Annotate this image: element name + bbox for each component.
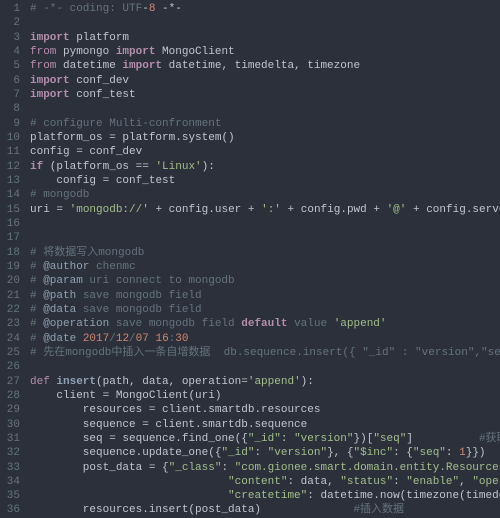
line-number: 17: [0, 231, 20, 245]
line-number: 23: [0, 317, 20, 331]
code-line[interactable]: config = conf_test: [30, 174, 500, 188]
line-number: 12: [0, 160, 20, 174]
code-line[interactable]: # @author chenmc: [30, 260, 500, 274]
code-line[interactable]: # -*- coding: UTF-8 -*-: [30, 2, 500, 16]
code-line[interactable]: [30, 102, 500, 116]
line-number-gutter: 1234567891011121314151617181920212223242…: [0, 0, 26, 516]
code-line[interactable]: from datetime import datetime, timedelta…: [30, 59, 500, 73]
code-line[interactable]: resources.insert(post_data) #插入数据: [30, 503, 500, 516]
code-line[interactable]: import conf_dev: [30, 74, 500, 88]
code-line[interactable]: # mongodb: [30, 188, 500, 202]
line-number: 20: [0, 274, 20, 288]
code-line[interactable]: uri = 'mongodb://' + config.user + ':' +…: [30, 203, 500, 217]
line-number: 24: [0, 332, 20, 346]
code-line[interactable]: sequence = client.smartdb.sequence: [30, 418, 500, 432]
code-line[interactable]: [30, 217, 500, 231]
line-number: 32: [0, 446, 20, 460]
code-line[interactable]: # configure Multi-confronment: [30, 117, 500, 131]
line-number: 26: [0, 360, 20, 374]
code-line[interactable]: import conf_test: [30, 88, 500, 102]
code-editor[interactable]: 1234567891011121314151617181920212223242…: [0, 0, 500, 516]
line-number: 6: [0, 74, 20, 88]
line-number: 30: [0, 418, 20, 432]
code-line[interactable]: resources = client.smartdb.resources: [30, 403, 500, 417]
code-line[interactable]: client = MongoClient(uri): [30, 389, 500, 403]
line-number: 10: [0, 131, 20, 145]
code-line[interactable]: # 将数据写入mongodb: [30, 246, 500, 260]
line-number: 29: [0, 403, 20, 417]
code-line[interactable]: post_data = {"_class": "com.gionee.smart…: [30, 461, 500, 475]
line-number: 9: [0, 117, 20, 131]
code-line[interactable]: [30, 360, 500, 374]
line-number: 18: [0, 246, 20, 260]
line-number: 31: [0, 432, 20, 446]
line-number: 16: [0, 217, 20, 231]
line-number: 5: [0, 59, 20, 73]
line-number: 21: [0, 289, 20, 303]
line-number: 7: [0, 88, 20, 102]
code-line[interactable]: if (platform_os == 'Linux'):: [30, 160, 500, 174]
code-line[interactable]: config = conf_dev: [30, 145, 500, 159]
line-number: 25: [0, 346, 20, 360]
code-line[interactable]: [30, 231, 500, 245]
line-number: 34: [0, 475, 20, 489]
code-line[interactable]: # @param uri connect to mongodb: [30, 274, 500, 288]
line-number: 22: [0, 303, 20, 317]
line-number: 35: [0, 489, 20, 503]
code-line[interactable]: sequence.update_one({"_id": "version"}, …: [30, 446, 500, 460]
line-number: 33: [0, 461, 20, 475]
code-line[interactable]: from pymongo import MongoClient: [30, 45, 500, 59]
code-line[interactable]: import platform: [30, 31, 500, 45]
line-number: 27: [0, 375, 20, 389]
line-number: 1: [0, 2, 20, 16]
line-number: 11: [0, 145, 20, 159]
line-number: 14: [0, 188, 20, 202]
code-area[interactable]: # -*- coding: UTF-8 -*- import platformf…: [26, 0, 500, 516]
code-line[interactable]: # @operation save mongodb field default …: [30, 317, 500, 331]
code-line[interactable]: "content": data, "status": "enable", "op…: [30, 475, 500, 489]
code-line[interactable]: seq = sequence.find_one({"_id": "version…: [30, 432, 500, 446]
line-number: 28: [0, 389, 20, 403]
line-number: 4: [0, 45, 20, 59]
code-line[interactable]: # 先在mongodb中插入一条自增数据 db.sequence.insert(…: [30, 346, 500, 360]
code-line[interactable]: platform_os = platform.system(): [30, 131, 500, 145]
line-number: 13: [0, 174, 20, 188]
line-number: 19: [0, 260, 20, 274]
line-number: 2: [0, 16, 20, 30]
code-line[interactable]: "createtime": datetime.now(timezone(time…: [30, 489, 500, 503]
code-line[interactable]: def insert(path, data, operation='append…: [30, 375, 500, 389]
code-line[interactable]: # @path save mongodb field: [30, 289, 500, 303]
code-line[interactable]: # @date 2017/12/07 16:30: [30, 332, 500, 346]
code-line[interactable]: [30, 16, 500, 30]
line-number: 8: [0, 102, 20, 116]
line-number: 3: [0, 31, 20, 45]
line-number: 15: [0, 203, 20, 217]
code-line[interactable]: # @data save mongodb field: [30, 303, 500, 317]
